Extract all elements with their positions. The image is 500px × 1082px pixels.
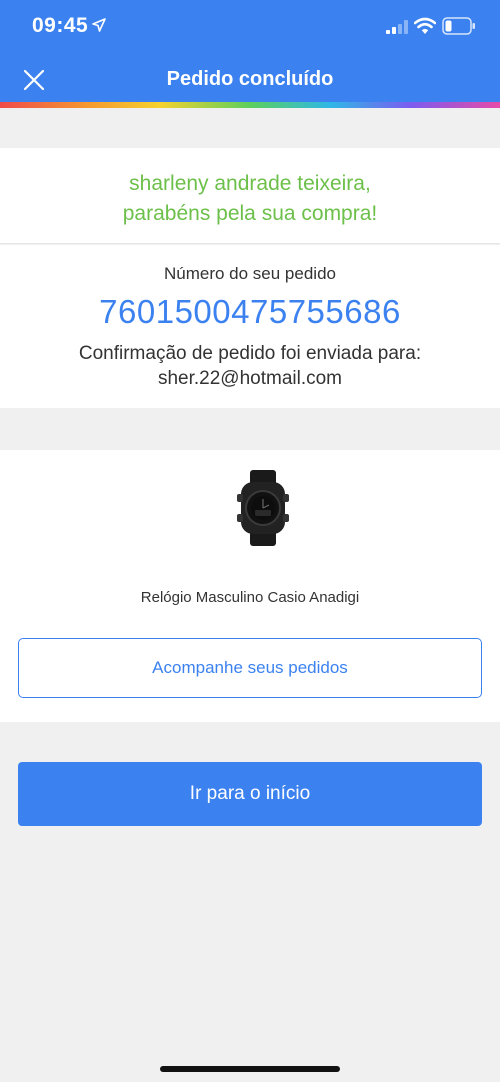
watch-image — [237, 470, 289, 546]
order-card: Número do seu pedido 7601500475755686 Co… — [0, 245, 500, 408]
wifi-icon — [414, 17, 436, 34]
congrats-message: sharleny andrade teixeira, parabéns pela… — [0, 169, 500, 229]
rainbow-divider — [0, 102, 500, 108]
track-orders-button[interactable]: Acompanhe seus pedidos — [18, 638, 482, 698]
location-arrow-icon — [92, 18, 106, 32]
congrats-message-line: parabéns pela sua compra! — [122, 202, 378, 225]
order-number: 7601500475755686 — [99, 293, 401, 330]
page-title: Pedido concluído — [166, 68, 334, 90]
battery-icon — [442, 17, 475, 35]
congrats-card: sharleny andrade teixeira, parabéns pela… — [0, 148, 500, 244]
confirmation-email: sher.22@hotmail.com — [157, 368, 343, 389]
confirmation-label: Confirmação de pedido foi enviada para: — [78, 343, 422, 364]
status-time: 09:45 — [32, 14, 89, 37]
congrats-name-line: sharleny andrade teixeira, — [129, 172, 371, 195]
product-card: Relógio Masculino Casio Anadigi Acompanh… — [0, 450, 500, 722]
status-bar: 09:45 — [0, 0, 500, 56]
app-header: 09:45 Pedido concluído — [0, 0, 500, 104]
product-name: Relógio Masculino Casio Anadigi — [140, 589, 360, 606]
go-home-button[interactable]: Ir para o início — [18, 762, 482, 826]
nav-bar: Pedido concluído — [0, 56, 500, 102]
home-indicator[interactable] — [160, 1066, 340, 1072]
cellular-signal-icon — [386, 20, 408, 34]
order-number-label: Número do seu pedido — [163, 264, 336, 283]
